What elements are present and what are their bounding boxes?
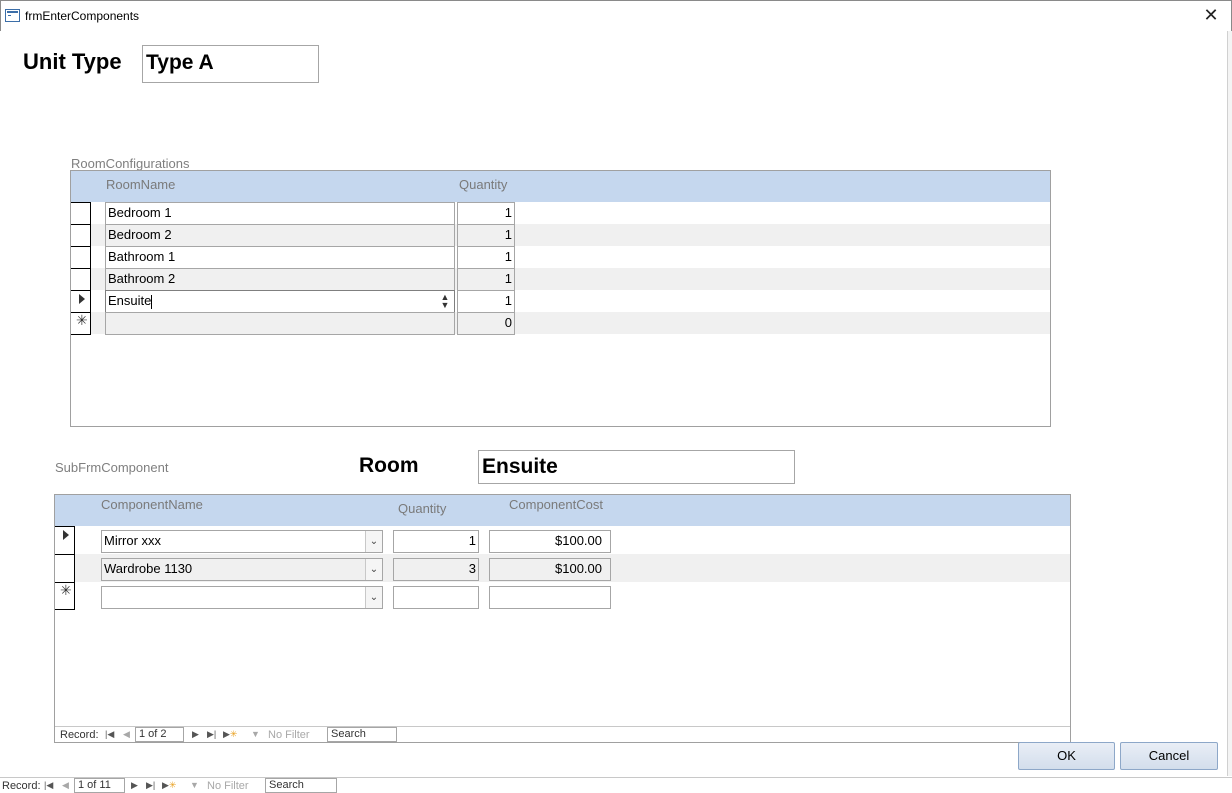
unit-type-field[interactable]: Type A — [142, 45, 319, 83]
filter-status[interactable]: No Filter — [268, 728, 310, 742]
main-search-input[interactable]: Search — [265, 778, 337, 793]
component-name-new-combo[interactable]: ⌄ — [101, 586, 383, 609]
search-input[interactable]: Search — [327, 727, 397, 742]
main-record-position-field[interactable]: 1 of 11 — [74, 778, 125, 793]
room-name-active-text: Ensuite — [108, 293, 152, 308]
unit-type-label: Unit Type — [23, 49, 122, 74]
filter-icon: ▼ — [190, 780, 199, 790]
room-name-cell[interactable]: Bedroom 2 — [105, 224, 455, 247]
current-record-icon — [79, 294, 85, 304]
selector-divider — [71, 268, 91, 269]
quantity-cell[interactable]: 1 — [457, 224, 515, 247]
new-record-nav-icon[interactable]: ▶✳ — [223, 727, 237, 742]
form-icon — [5, 9, 20, 22]
window-right-edge — [1227, 31, 1232, 776]
main-navigation-bar: Record: |◀ ◀ 1 of 11 ▶ ▶| ▶✳ ▼ No Filter… — [0, 777, 1232, 793]
previous-record-icon[interactable]: ◀ — [62, 778, 69, 793]
component-cost-cell[interactable]: $100.00 — [489, 530, 611, 553]
room-configurations-header: RoomName Quantity — [71, 171, 1050, 202]
current-record-icon — [63, 530, 69, 540]
selector-divider — [71, 290, 91, 291]
record-label: Record: — [60, 729, 99, 741]
sub-frm-component-subform: ComponentName Quantity ComponentCost ✳ M… — [54, 494, 1071, 743]
room-name-new-cell[interactable] — [105, 312, 455, 335]
header-component-cost[interactable]: ComponentCost — [509, 497, 603, 512]
sub-frm-component-header: ComponentName Quantity ComponentCost — [55, 495, 1070, 526]
text-cursor — [151, 294, 153, 309]
header-component-name[interactable]: ComponentName — [101, 497, 203, 512]
component-quantity-new-cell[interactable] — [393, 586, 479, 609]
room-name-cell[interactable]: Bathroom 2 — [105, 268, 455, 291]
first-record-icon[interactable]: |◀ — [105, 727, 114, 742]
ok-button[interactable]: OK — [1018, 742, 1115, 770]
component-name-text: Wardrobe 1130 — [104, 561, 193, 576]
component-name-combo[interactable]: Mirror xxx ⌄ — [101, 530, 383, 553]
component-quantity-cell[interactable]: 1 — [393, 530, 479, 553]
selector-divider — [71, 246, 91, 247]
selector-divider — [71, 224, 91, 225]
component-cost-cell[interactable]: $100.00 — [489, 558, 611, 581]
quantity-cell[interactable]: 1 — [457, 290, 515, 313]
cancel-button[interactable]: Cancel — [1120, 742, 1218, 770]
main-filter-status[interactable]: No Filter — [207, 779, 249, 793]
spin-icon[interactable]: ▲ ▼ — [440, 293, 450, 310]
next-record-icon[interactable]: ▶ — [192, 727, 199, 742]
chevron-down-icon[interactable]: ⌄ — [365, 531, 382, 552]
last-record-icon[interactable]: ▶| — [146, 778, 155, 793]
previous-record-icon[interactable]: ◀ — [123, 727, 130, 742]
quantity-cell[interactable]: 1 — [457, 246, 515, 269]
room-configurations-subform: RoomName Quantity ✳ Bedroom 1 Bedroom 2 … — [70, 170, 1051, 427]
selector-divider — [55, 554, 75, 555]
chevron-down-icon[interactable]: ⌄ — [365, 559, 382, 580]
title-bar: frmEnterComponents ✕ — [0, 0, 1232, 31]
room-configurations-caption: RoomConfigurations — [71, 156, 190, 171]
room-field[interactable]: Ensuite — [478, 450, 795, 484]
room-name-cell-active[interactable]: Ensuite ▲ ▼ — [105, 290, 455, 313]
component-name-combo[interactable]: Wardrobe 1130 ⌄ — [101, 558, 383, 581]
room-label: Room — [359, 454, 419, 477]
filter-icon: ▼ — [251, 729, 260, 739]
window-title: frmEnterComponents — [25, 9, 140, 23]
main-record-label: Record: — [2, 780, 41, 792]
component-cost-new-cell[interactable] — [489, 586, 611, 609]
component-quantity-cell[interactable]: 3 — [393, 558, 479, 581]
component-name-text: Mirror xxx — [104, 533, 162, 548]
sub-frm-navigation-bar: Record: |◀ ◀ 1 of 2 ▶ ▶| ▶✳ ▼ No Filter … — [55, 726, 1070, 742]
quantity-cell[interactable]: 1 — [457, 268, 515, 291]
sub-frm-component-caption: SubFrmComponent — [55, 460, 169, 475]
chevron-down-icon[interactable]: ⌄ — [365, 587, 382, 608]
next-record-icon[interactable]: ▶ — [131, 778, 138, 793]
new-record-icon: ✳ — [60, 583, 72, 599]
header-room-name[interactable]: RoomName — [106, 177, 175, 192]
last-record-icon[interactable]: ▶| — [207, 727, 216, 742]
room-name-cell[interactable]: Bedroom 1 — [105, 202, 455, 225]
first-record-icon[interactable]: |◀ — [44, 778, 53, 793]
header-component-quantity[interactable]: Quantity — [398, 501, 446, 516]
new-record-nav-icon[interactable]: ▶✳ — [162, 778, 176, 793]
quantity-new-cell[interactable]: 0 — [457, 312, 515, 335]
quantity-cell[interactable]: 1 — [457, 202, 515, 225]
record-position-field[interactable]: 1 of 2 — [135, 727, 184, 742]
new-record-icon: ✳ — [76, 313, 88, 329]
room-name-cell[interactable]: Bathroom 1 — [105, 246, 455, 269]
close-button[interactable]: ✕ — [1201, 5, 1221, 25]
header-quantity[interactable]: Quantity — [459, 177, 507, 192]
